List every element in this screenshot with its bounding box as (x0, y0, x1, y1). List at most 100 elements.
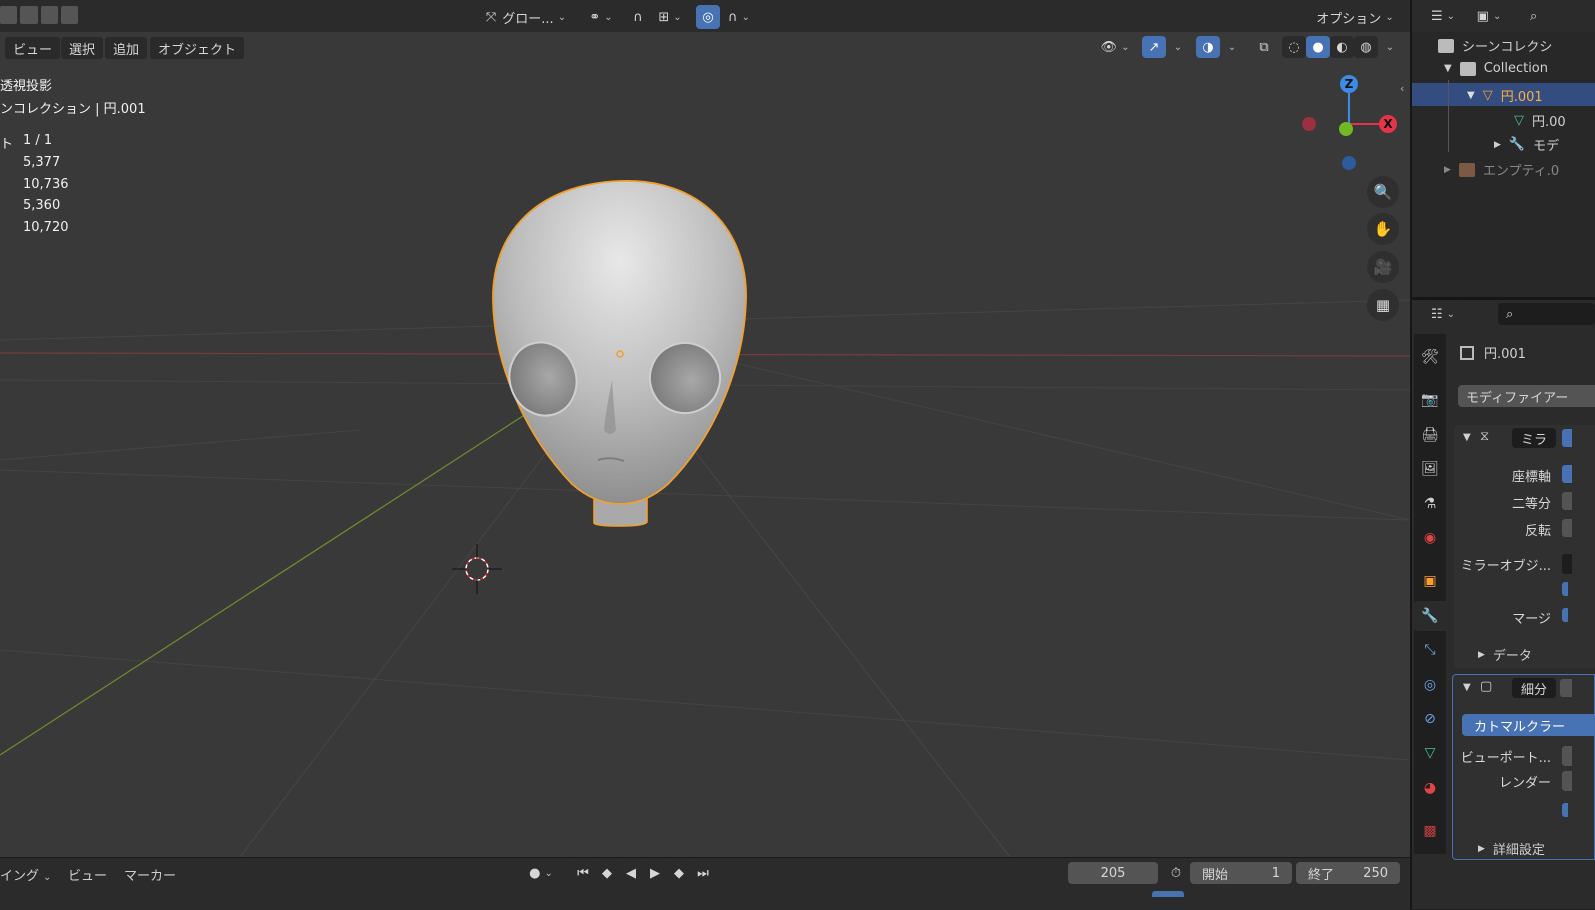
empty-row[interactable]: ▶ エンプティ.0 (1444, 160, 1559, 179)
mirror-merge-checkbox[interactable] (1562, 608, 1568, 622)
modifier-wrench-tab-icon[interactable]: 🔧 (1418, 603, 1442, 629)
object-tab-icon[interactable]: ▣ (1418, 568, 1442, 594)
zoom-icon[interactable]: 🔍 (1367, 176, 1399, 208)
menu-object[interactable]: オブジェクト (150, 37, 245, 59)
gizmo-toggle[interactable]: ↗ (1142, 36, 1166, 58)
playhead-marker[interactable] (1152, 891, 1184, 897)
overlay-dropdown[interactable]: ⌄ (1220, 36, 1240, 58)
outliner-search[interactable]: ⌕ (1524, 5, 1595, 27)
world-tab-icon[interactable]: ◉ (1418, 525, 1442, 551)
falloff-dropdown[interactable]: ∩ ⌄ (720, 5, 758, 29)
options-dropdown[interactable]: オプション ⌄ (1308, 5, 1402, 29)
prev-keyframe-button[interactable]: ◆ (596, 862, 618, 884)
play-button[interactable]: ▶ (644, 862, 666, 884)
render-tab-icon[interactable]: 📷 (1418, 387, 1442, 413)
current-frame-field[interactable]: 205 (1068, 862, 1158, 884)
mirror-bisect-toggle[interactable] (1562, 492, 1572, 510)
properties-editor-type-dropdown[interactable]: ☷ ⌄ (1424, 303, 1462, 325)
xray-toggle[interactable]: ⧉ (1252, 36, 1276, 58)
visibility-dropdown[interactable]: 👁 ⌄ (1096, 36, 1134, 58)
mirror-name-field[interactable]: ミラ (1512, 428, 1556, 448)
mirror-flip-toggle[interactable] (1562, 519, 1572, 537)
collection-row[interactable]: ▼ Collection (1444, 61, 1548, 76)
snap-toggle[interactable]: ∩ (626, 5, 650, 29)
transform-orientation-dropdown[interactable]: ⤧ グロー... ⌄ (478, 5, 574, 29)
subdivision-render-levels-field[interactable] (1562, 771, 1572, 791)
properties-search[interactable]: ⌕ (1498, 303, 1595, 325)
overlay-toggle[interactable]: ◑ (1196, 36, 1220, 58)
mesh-data-row[interactable]: ▽ 円.00 (1514, 111, 1566, 130)
mirror-modifier-icon: ⧖ (1480, 429, 1490, 444)
view-layer-tab-icon[interactable]: 🖼 (1418, 456, 1442, 482)
add-modifier-dropdown[interactable]: モディファイアー (1458, 385, 1595, 407)
subdivision-editmode-toggle[interactable] (1560, 679, 1572, 697)
subdivision-method-catmull-clark[interactable]: カトマルクラー (1462, 714, 1595, 736)
object-square-icon (1460, 345, 1474, 360)
select-intersect-icon[interactable] (60, 6, 78, 24)
mirror-editmode-toggle[interactable] (1562, 429, 1572, 447)
play-reverse-button[interactable]: ◀ (620, 862, 642, 884)
jump-end-button[interactable]: ⏭ (692, 862, 714, 884)
texture-tab-icon[interactable]: ▩ (1418, 818, 1442, 844)
output-tab-icon[interactable]: 🖨 (1418, 422, 1442, 448)
snap-target-dropdown[interactable]: ⊞ ⌄ (650, 5, 690, 29)
outliner-display-mode-dropdown[interactable]: ☰ ⌄ (1424, 5, 1462, 27)
subdivision-name-field[interactable]: 細分 (1512, 678, 1556, 698)
menu-select[interactable]: 選択 (61, 37, 104, 59)
start-frame-field[interactable]: 開始 1 (1190, 862, 1292, 884)
select-subtract-icon[interactable] (40, 6, 58, 24)
shading-wireframe[interactable]: ◌ (1282, 36, 1306, 58)
jump-start-button[interactable]: ⏮ (572, 862, 594, 884)
particles-tab-icon[interactable]: ⤡ (1418, 637, 1442, 663)
shading-rendered[interactable]: ◍ (1354, 36, 1378, 58)
mirror-object-field[interactable] (1562, 554, 1572, 574)
timeline-menu-view[interactable]: ビュー (68, 865, 107, 884)
physics-tab-icon[interactable]: ◎ (1418, 672, 1442, 698)
mirror-axis-x-toggle[interactable] (1562, 465, 1572, 483)
timeline-menu-playback[interactable]: イング ⌄ (0, 865, 51, 884)
modifiers-row[interactable]: ▶ 🔧 モデ (1494, 135, 1559, 154)
auto-keying-toggle[interactable]: ● ⌄ (518, 862, 564, 884)
viewport[interactable]: 透視投影 ンコレクション | 円.001 ト 1 / 1 5,377 10,73… (0, 0, 1410, 857)
gizmo-dropdown[interactable]: ⌄ (1166, 36, 1186, 58)
select-mode-icons[interactable] (0, 6, 78, 26)
sidebar-toggle-icon[interactable]: ‹ (1400, 82, 1404, 95)
material-tab-icon[interactable]: ◕ (1418, 775, 1442, 801)
scene-collection-row[interactable]: シーンコレクシ (1438, 36, 1552, 55)
3d-cursor[interactable] (447, 539, 507, 599)
shading-material[interactable]: ◐ (1330, 36, 1354, 58)
pan-hand-icon[interactable]: ✋ (1367, 213, 1399, 245)
next-keyframe-button[interactable]: ◆ (668, 862, 690, 884)
preview-range-toggle[interactable]: ⏱ (1164, 862, 1188, 884)
constraints-tab-icon[interactable]: ⊘ (1418, 706, 1442, 732)
shading-solid[interactable]: ● (1306, 36, 1330, 58)
mirror-clipping-checkbox[interactable] (1562, 582, 1568, 596)
camera-icon[interactable]: 🎥 (1367, 251, 1399, 283)
mirror-collapse-arrow[interactable]: ▼ (1463, 432, 1471, 443)
pivot-point-dropdown[interactable]: ⚭ ⌄ (582, 5, 620, 29)
end-frame-field[interactable]: 終了 250 (1296, 862, 1400, 884)
area-separator-vertical[interactable] (1410, 0, 1412, 909)
mirror-data-subpanel[interactable]: ▶ データ (1478, 645, 1532, 664)
subdivision-advanced-subpanel[interactable]: ▶ 詳細設定 (1478, 839, 1545, 858)
navigation-gizmo[interactable]: Z X (1296, 70, 1406, 180)
mesh-data-tab-icon[interactable]: ▽ (1418, 740, 1442, 766)
subdivision-viewport-levels-field[interactable] (1562, 746, 1572, 766)
menu-add[interactable]: 追加 (105, 37, 148, 59)
mirror-axis-label: 座標軸 (1511, 470, 1551, 485)
subdivision-optimal-display-checkbox[interactable] (1562, 803, 1568, 817)
shading-dropdown[interactable]: ⌄ (1378, 36, 1398, 58)
proportional-edit-toggle[interactable]: ◎ (696, 5, 720, 29)
ortho-grid-icon[interactable]: ▦ (1367, 289, 1399, 321)
object-row[interactable]: ▼ ▽ 円.001 (1467, 86, 1543, 105)
timeline-menu-marker[interactable]: マーカー (124, 865, 176, 884)
scene-tab-icon[interactable]: ⚗ (1418, 491, 1442, 517)
alien-head-mesh[interactable] (0, 0, 1410, 857)
outliner-filter-dropdown[interactable]: ▣ ⌄ (1470, 5, 1508, 27)
menu-view[interactable]: ビュー (5, 37, 61, 59)
select-extend-icon[interactable] (20, 6, 38, 24)
area-separator-horizontal[interactable] (1412, 297, 1595, 300)
select-new-icon[interactable] (0, 6, 18, 24)
tool-tab-icon[interactable]: 🛠 (1418, 344, 1442, 370)
subdivision-collapse-arrow[interactable]: ▼ (1463, 682, 1471, 693)
